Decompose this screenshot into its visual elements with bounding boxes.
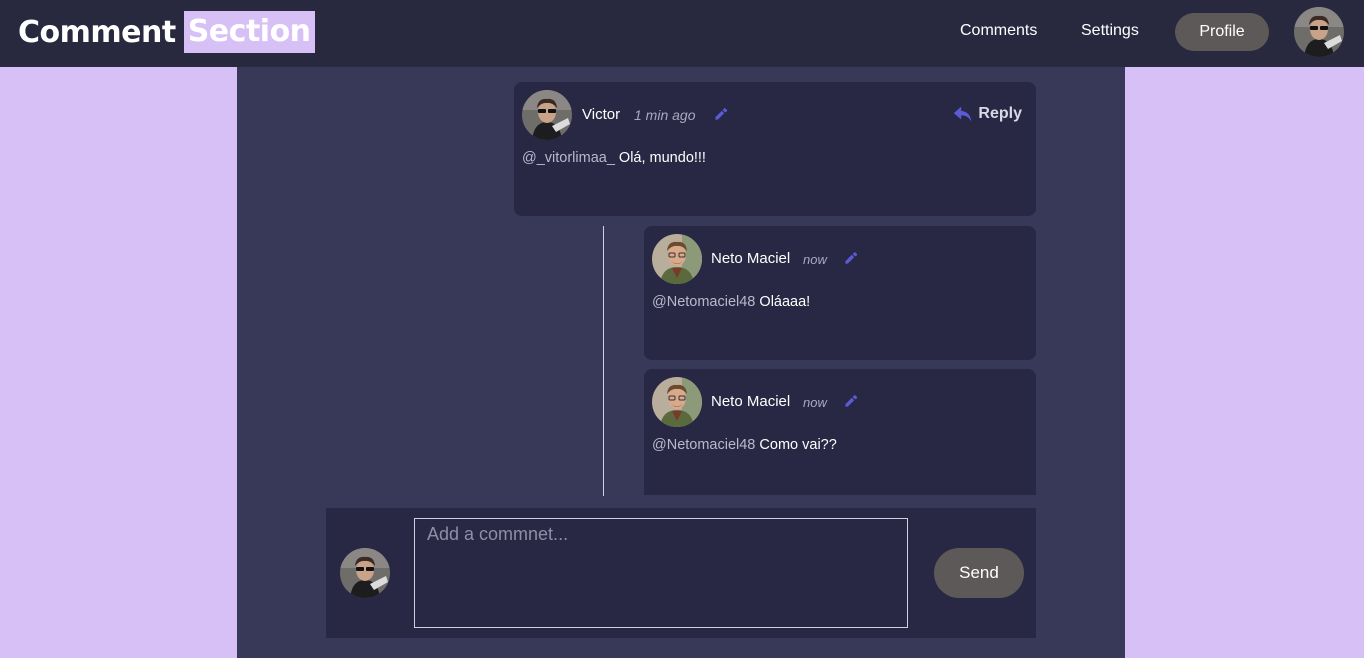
comment-body: @Netomaciel48 Oláaaa!: [652, 294, 810, 310]
avatar: [652, 234, 702, 284]
send-button[interactable]: Send: [934, 548, 1024, 598]
reply-card: Neto Maciel now @Netomaciel48 Como vai??: [644, 369, 1036, 495]
comment-card: Victor 1 min ago Reply @_vitorlimaa_ Olá…: [514, 82, 1036, 216]
avatar: [522, 90, 572, 140]
brand-logo: Comment Section: [18, 11, 315, 53]
reply-card: Neto Maciel now @Netomaciel48 Oláaaa!: [644, 226, 1036, 360]
nav-link-settings[interactable]: Settings: [1081, 22, 1139, 40]
comment-body: @Netomaciel48 Como vai??: [652, 437, 837, 453]
pencil-icon[interactable]: [843, 250, 859, 266]
comment-input[interactable]: [414, 518, 908, 628]
mention[interactable]: @_vitorlimaa_: [522, 150, 615, 166]
brand-title: Comment: [18, 14, 176, 50]
avatar: [340, 548, 390, 598]
top-navbar: Comment Section Comments Settings Profil…: [0, 0, 1364, 67]
comment-text: Como vai??: [759, 437, 837, 453]
mention[interactable]: @Netomaciel48: [652, 294, 755, 310]
comment-text: Oláaaa!: [759, 294, 811, 310]
comment-timestamp: now: [803, 395, 827, 410]
brand-title-highlight: Section: [183, 11, 315, 53]
comment-timestamp: 1 min ago: [634, 107, 696, 123]
avatar: [652, 377, 702, 427]
mention[interactable]: @Netomaciel48: [652, 437, 755, 453]
comment-author: Neto Maciel: [711, 393, 791, 410]
reply-label: Reply: [978, 105, 1022, 122]
comment-author: Victor: [582, 106, 621, 123]
pencil-icon[interactable]: [713, 106, 729, 122]
user-avatar[interactable]: [1294, 7, 1344, 57]
thread-line: [603, 226, 604, 496]
comment-author: Neto Maciel: [711, 250, 791, 267]
comment-body: @_vitorlimaa_ Olá, mundo!!!: [522, 150, 706, 166]
profile-button[interactable]: Profile: [1175, 13, 1269, 51]
comment-composer: Send: [326, 508, 1036, 638]
comment-text: Olá, mundo!!!: [618, 150, 706, 166]
nav-link-comments[interactable]: Comments: [960, 22, 1037, 40]
reply-button[interactable]: Reply: [952, 103, 1022, 125]
reply-arrow-icon: [954, 106, 972, 122]
pencil-icon[interactable]: [843, 393, 859, 409]
comment-timestamp: now: [803, 252, 827, 267]
